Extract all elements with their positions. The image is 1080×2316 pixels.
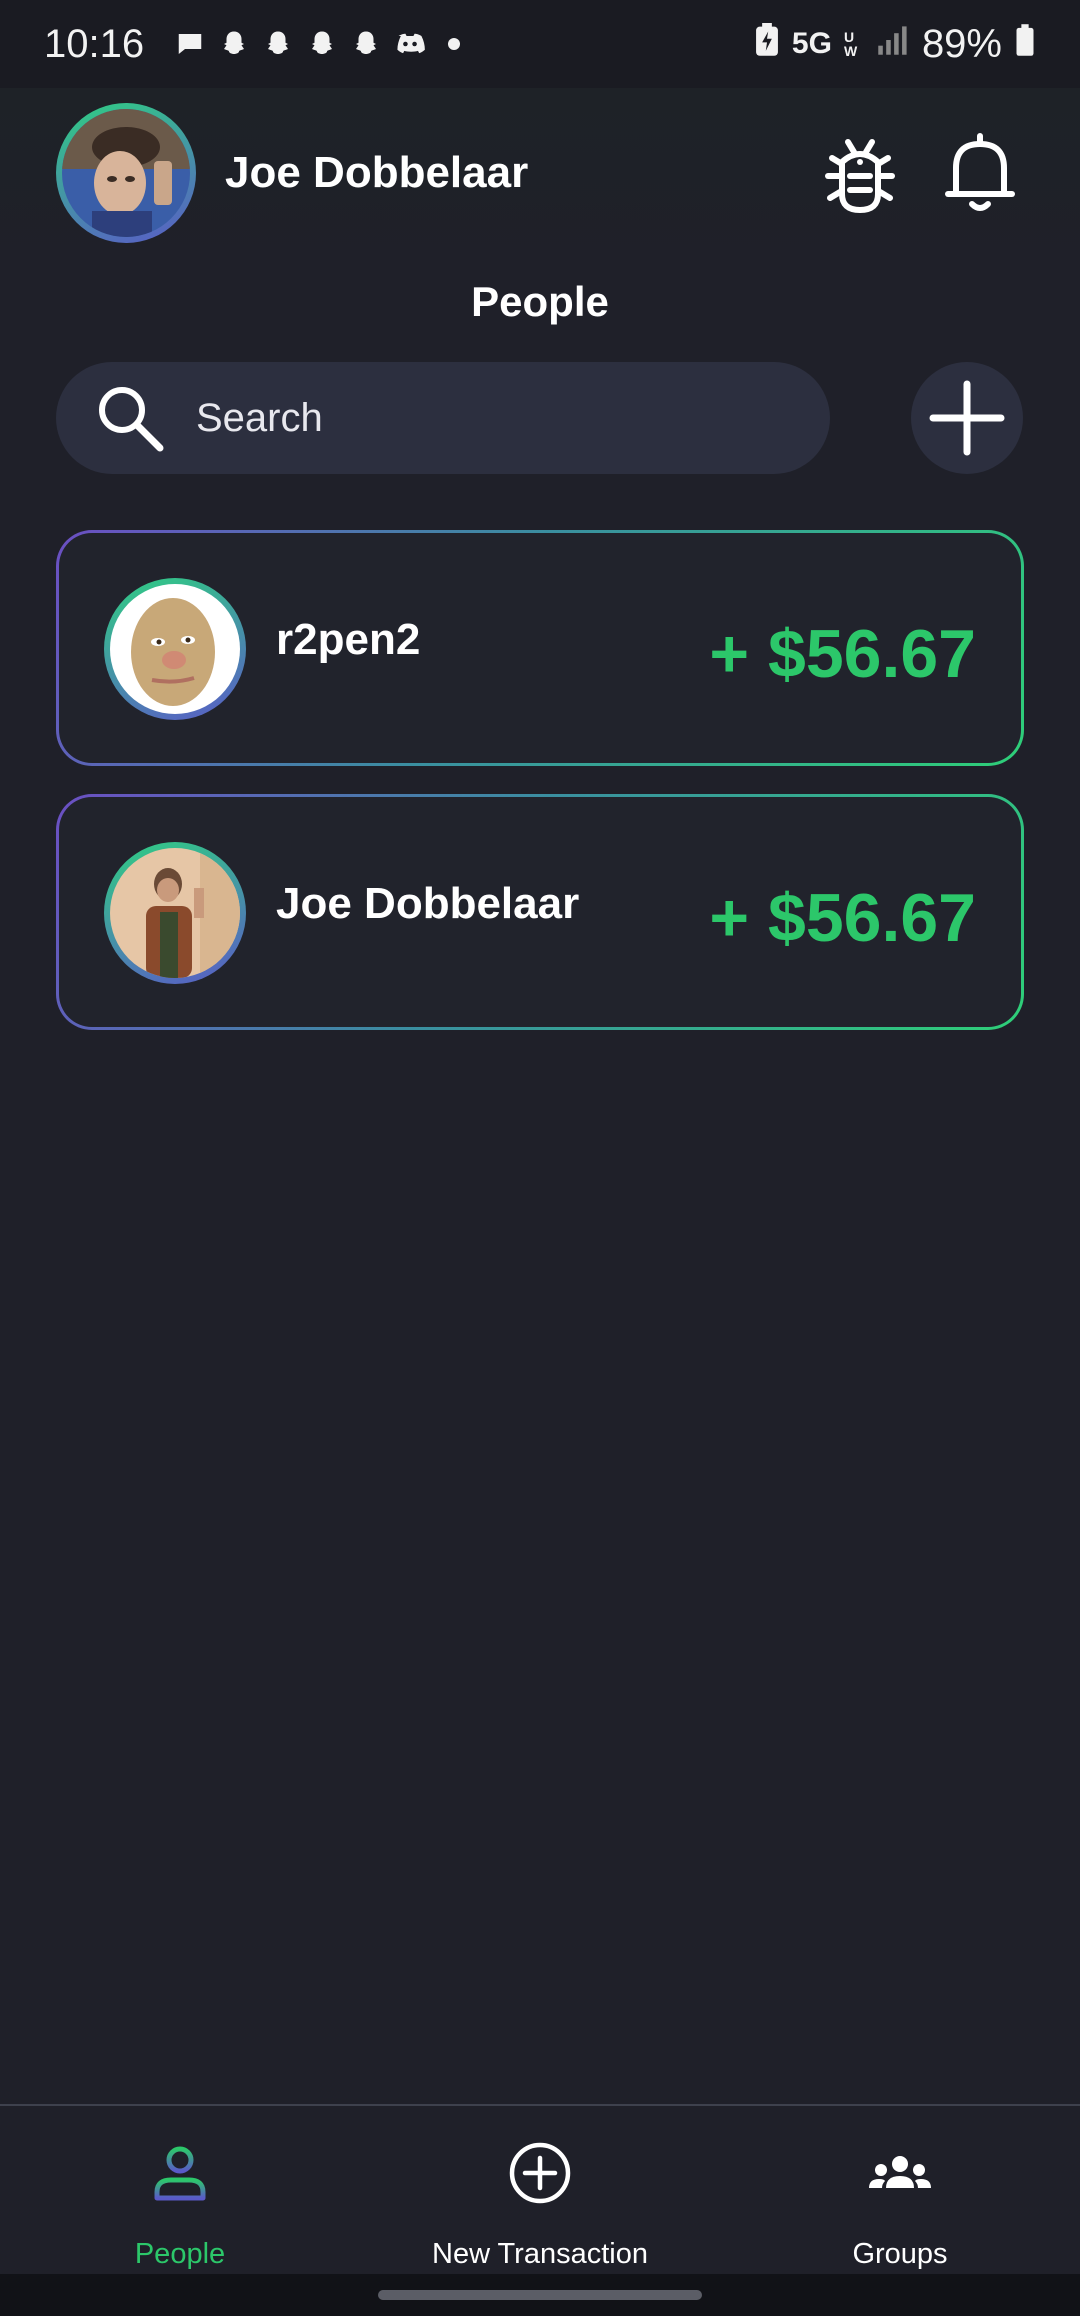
bell-icon [945, 133, 1015, 211]
notification-icons [174, 28, 470, 60]
nav-label-groups: Groups [852, 2238, 948, 2270]
person-name: Joe Dobbelaar [276, 879, 580, 928]
status-right: 5G UW 89% [754, 22, 1036, 67]
battery-percent: 89% [921, 21, 1002, 66]
message-icon [174, 28, 206, 60]
header-user-name: Joe Dobbelaar [225, 148, 529, 197]
app-header: Joe Dobbelaar [0, 88, 1080, 268]
person-avatar [104, 842, 246, 984]
signal-icon [876, 22, 910, 67]
snapchat-icon [218, 28, 250, 60]
battery-saver-icon [754, 22, 780, 67]
page-title: People [471, 278, 609, 325]
notifications-button[interactable] [940, 128, 1020, 218]
network-sub: UW [843, 29, 858, 59]
profile-avatar[interactable] [56, 103, 196, 243]
snapchat-icon [306, 28, 338, 60]
plus-icon [929, 380, 1005, 456]
plus-circle-icon [509, 2142, 571, 2204]
search-icon [99, 387, 164, 452]
nav-label-new-transaction: New Transaction [432, 2238, 648, 2270]
nav-item-groups[interactable]: Groups [720, 2106, 1080, 2276]
bug-report-button[interactable] [820, 132, 900, 222]
status-bar: 10:16 5G UW 89% [0, 0, 1080, 88]
person-avatar-photo [110, 584, 240, 714]
add-person-button[interactable] [911, 362, 1023, 474]
bottom-nav: People New Transaction Groups [0, 2104, 1080, 2274]
search-bar[interactable] [56, 362, 830, 474]
bug-icon [825, 139, 895, 214]
person-card-body: Joe Dobbelaar + $56.67 [59, 797, 1021, 1027]
person-card[interactable]: r2pen2 + $56.67 [56, 530, 1024, 766]
profile-avatar-photo [62, 109, 190, 237]
person-card-body: r2pen2 + $56.67 [59, 533, 1021, 763]
status-time: 10:16 [44, 21, 145, 66]
groups-icon [869, 2156, 931, 2188]
app-screen: 10:16 5G UW 89% Joe Dobbelaar People Sea… [0, 0, 1080, 2316]
nav-item-people[interactable]: People [0, 2106, 360, 2276]
nav-item-new-transaction[interactable]: New Transaction [360, 2106, 720, 2276]
network-type: 5G [791, 27, 832, 60]
person-balance: + $56.67 [709, 880, 976, 956]
person-avatar-photo [110, 848, 240, 978]
snapchat-icon [262, 28, 294, 60]
person-card[interactable]: Joe Dobbelaar + $56.67 [56, 794, 1024, 1030]
nav-label-people: People [134, 2238, 226, 2270]
dot-icon [438, 28, 470, 60]
battery-icon [1014, 22, 1036, 67]
home-indicator[interactable] [378, 2290, 702, 2300]
person-avatar [104, 578, 246, 720]
person-balance: + $56.67 [709, 616, 976, 692]
snapchat-icon [350, 28, 382, 60]
search-input[interactable] [196, 395, 756, 441]
status-left: 10:16 [44, 22, 470, 67]
discord-icon [394, 28, 426, 60]
person-icon [154, 2146, 206, 2201]
person-name: r2pen2 [276, 615, 421, 664]
